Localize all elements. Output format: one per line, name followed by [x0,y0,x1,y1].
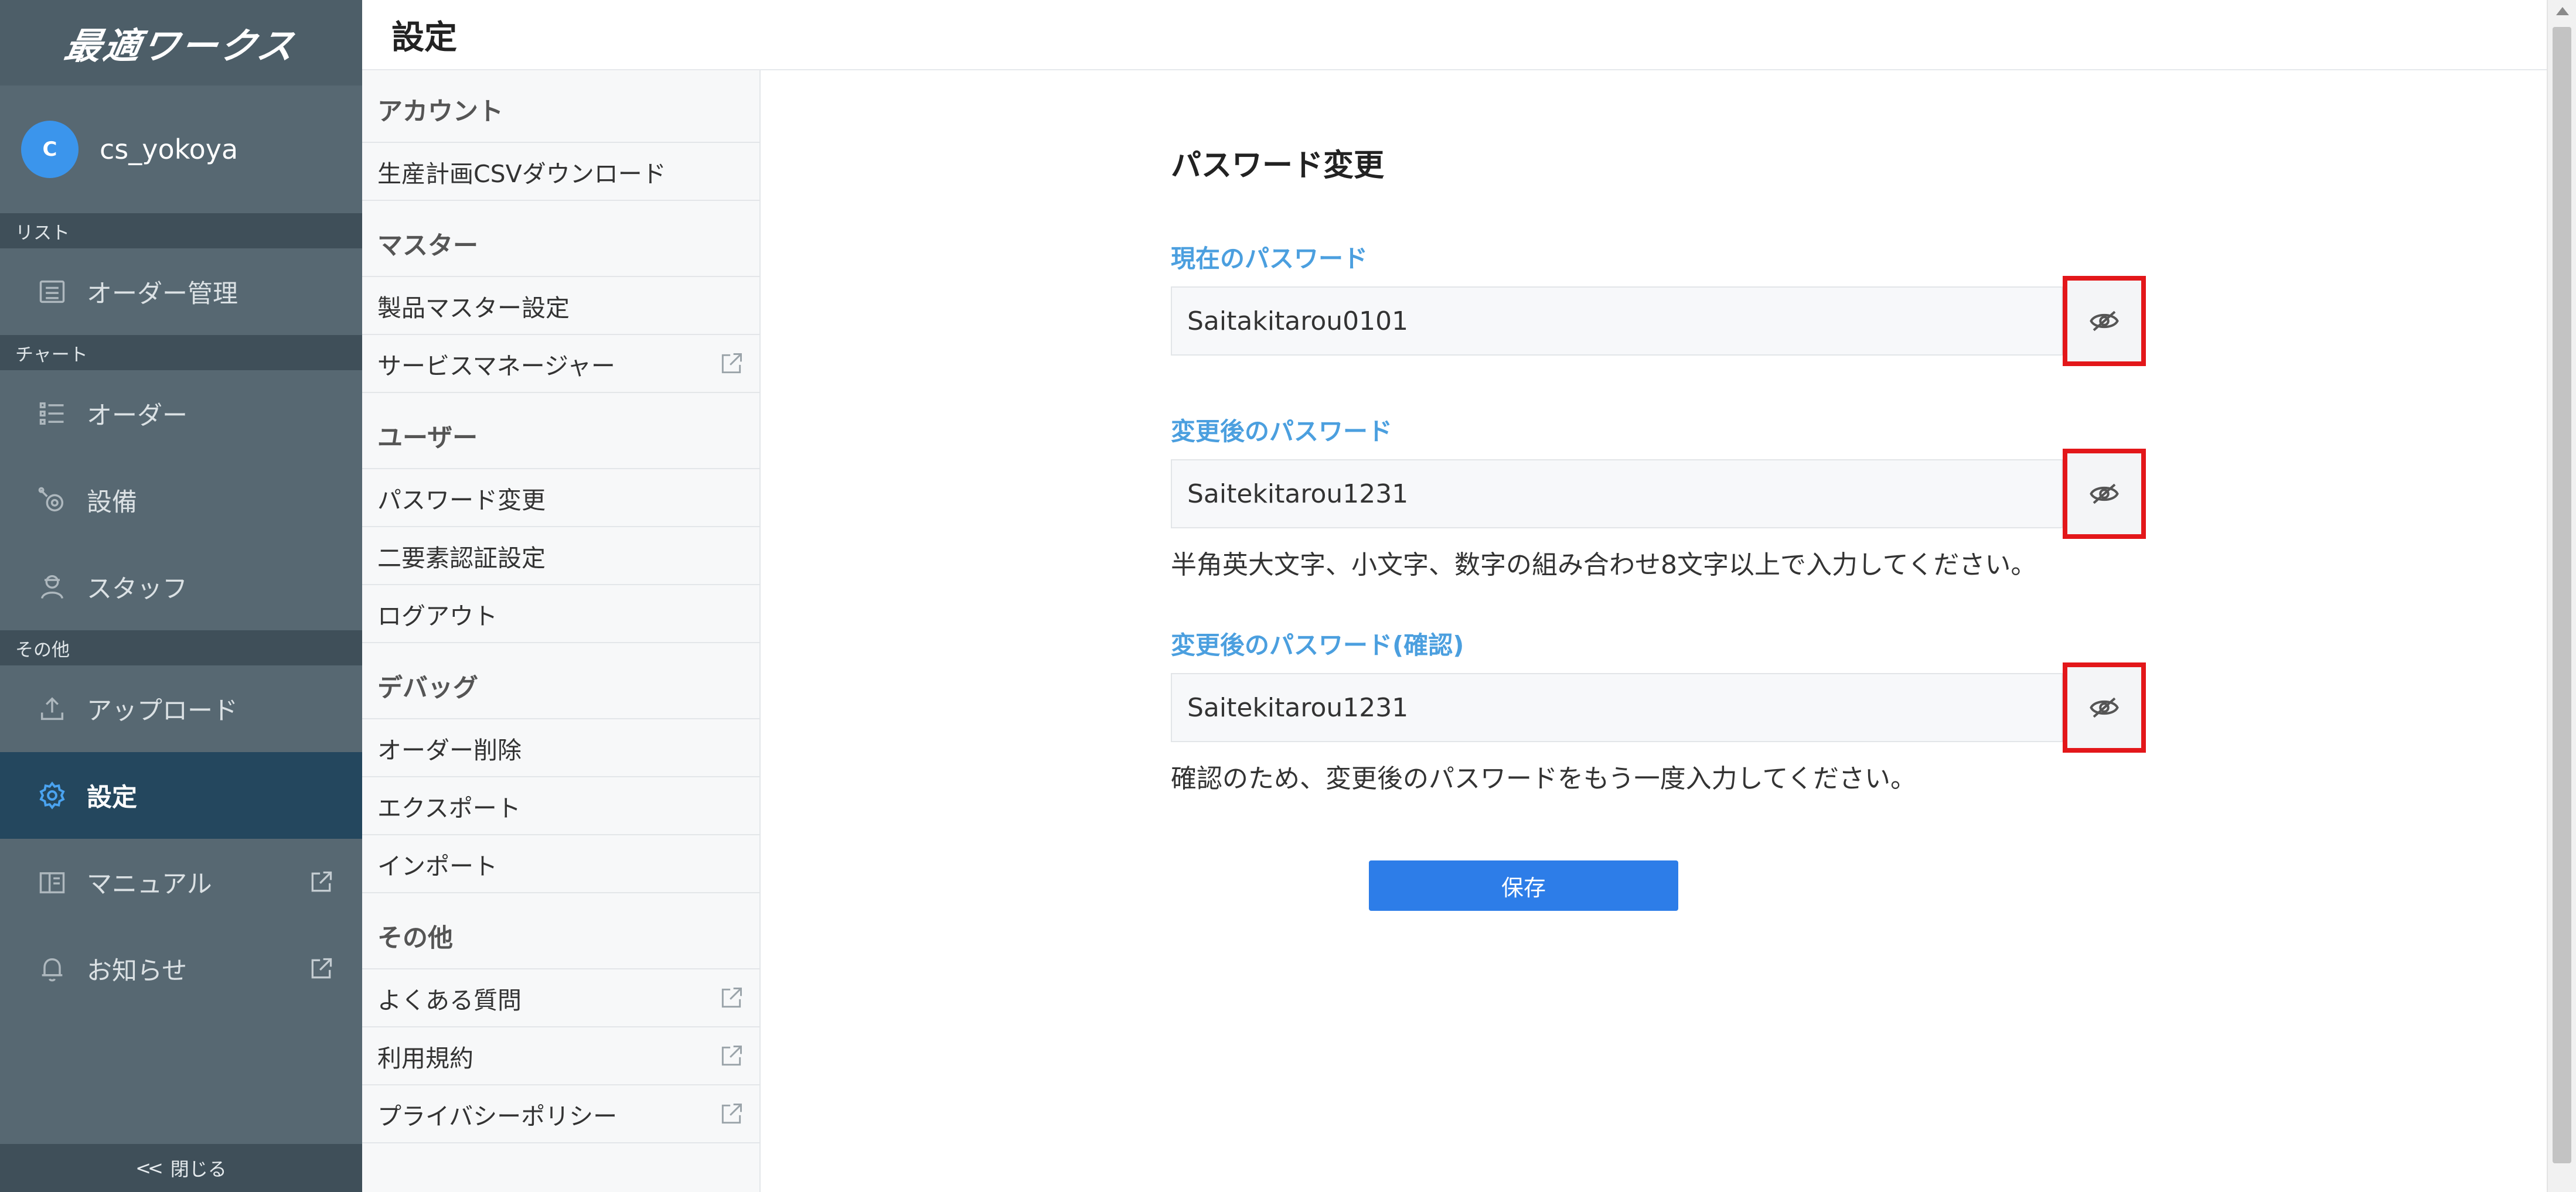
password-change-form: パスワード変更 現在のパスワード 変更後のパスワード 半角英大文字、小文字、数字… [1171,141,2146,911]
section-header-other: その他 [0,630,362,665]
current-password-row [1171,276,2146,366]
sidebar-item-settings[interactable]: 設定 [0,752,362,839]
app-logo[interactable]: 最適ワークス [61,16,301,69]
sidebar-item-notifications[interactable]: お知らせ [0,925,362,1012]
submenu-item-export[interactable]: エクスポート [362,777,759,835]
toggle-visibility-button[interactable] [2063,449,2146,539]
submenu-heading-user: ユーザー [362,393,759,469]
submenu-item-label: 利用規約 [377,1044,473,1073]
save-button[interactable]: 保存 [1369,860,1678,911]
submenu-item-privacy[interactable]: プライバシーポリシー [362,1085,759,1143]
sidebar-item-label: アップロード [87,696,238,726]
current-password-label: 現在のパスワード [1171,244,1368,273]
eye-slash-icon [2090,310,2119,332]
submenu-item-import[interactable]: インポート [362,835,759,893]
submenu-item-service-manager[interactable]: サービスマネージャー [362,335,759,393]
vertical-scrollbar[interactable] [2547,0,2576,1192]
list-icon [35,275,69,309]
bell-icon [35,952,69,986]
submenu-heading-master: マスター [362,201,759,277]
toggle-visibility-button[interactable] [2063,662,2146,753]
eye-slash-icon [2090,483,2119,504]
new-password-hint: 半角英大文字、小文字、数字の組み合わせ8文字以上で入力してください。 [1171,550,2037,580]
collapse-label: 閉じる [170,1158,227,1180]
collapse-sidebar-button[interactable]: << 閉じる [0,1144,362,1192]
sidebar-item-label: 設定 [87,783,137,812]
new-password-row [1171,449,2146,539]
confirm-password-input[interactable] [1171,673,2063,742]
scrollbar-thumb[interactable] [2553,27,2571,1163]
scroll-up-arrow-icon[interactable] [2556,7,2569,15]
submenu-heading-other: その他 [362,893,759,969]
bullet-list-icon [35,397,69,431]
external-link-icon [721,353,742,373]
confirm-password-label: 変更後のパスワード(確認) [1171,631,1464,660]
submenu-heading-debug: デバッグ [362,643,759,719]
submenu-heading-account: アカウント [362,70,759,143]
submenu-item-csv-download[interactable]: 生産計画CSVダウンロード [362,143,759,201]
toggle-visibility-button[interactable] [2063,276,2146,366]
sidebar-item-order-management[interactable]: オーダー管理 [0,248,362,335]
submenu-item-faq[interactable]: よくある質問 [362,969,759,1027]
current-password-input[interactable] [1171,286,2063,356]
submenu-item-password-change[interactable]: パスワード変更 [362,469,759,527]
page-header: 設定 [362,0,2547,70]
staff-person-icon [35,570,69,604]
machine-gear-icon [35,483,69,517]
section-header-list: リスト [0,213,362,248]
sidebar-item-label: オーダー管理 [87,279,238,309]
sidebar-item-label: マニュアル [87,870,212,899]
sidebar-item-label: オーダー [87,401,188,431]
new-password-input[interactable] [1171,459,2063,528]
form-title: パスワード変更 [1171,148,1385,183]
logo-bar: 最適ワークス [0,0,362,86]
settings-submenu: アカウント 生産計画CSVダウンロード マスター 製品マスター設定 サービスマネ… [362,70,761,1192]
page-title: 設定 [391,18,457,57]
submenu-item-label: プライバシーポリシー [377,1102,618,1130]
sidebar-item-manual[interactable]: マニュアル [0,839,362,925]
gear-icon [35,778,69,812]
submenu-item-logout[interactable]: ログアウト [362,585,759,643]
external-link-icon [311,958,332,979]
external-link-icon [721,987,742,1007]
double-chevron-left-icon: << [135,1157,163,1179]
submenu-item-product-master[interactable]: 製品マスター設定 [362,277,759,335]
sidebar-item-label: お知らせ [87,957,188,986]
submenu-item-two-factor[interactable]: 二要素認証設定 [362,527,759,585]
submenu-item-delete-orders[interactable]: オーダー削除 [362,719,759,777]
sidebar-item-order[interactable]: オーダー [0,370,362,457]
sidebar-item-label: スタッフ [87,575,188,604]
username: cs_yokoya [100,134,238,165]
book-icon [35,865,69,899]
confirm-password-hint: 確認のため、変更後のパスワードをもう一度入力してください。 [1171,764,1917,794]
submenu-item-label: よくある質問 [377,986,522,1015]
sidebar: 最適ワークス C cs_yokoya リスト オーダー管理 チャート オーダー … [0,0,362,1192]
sidebar-item-equipment[interactable]: 設備 [0,457,362,544]
sidebar-item-label: 設備 [87,488,137,517]
external-link-icon [721,1103,742,1123]
submenu-item-terms[interactable]: 利用規約 [362,1027,759,1085]
sidebar-item-staff[interactable]: スタッフ [0,544,362,630]
external-link-icon [311,871,332,892]
new-password-label: 変更後のパスワード [1171,417,1393,446]
eye-slash-icon [2090,697,2119,718]
upload-icon [35,692,69,726]
submenu-item-label: サービスマネージャー [377,351,615,380]
external-link-icon [721,1045,742,1065]
sidebar-item-upload[interactable]: アップロード [0,665,362,752]
confirm-password-row [1171,662,2146,753]
user-profile[interactable]: C cs_yokoya [0,86,362,213]
section-header-chart: チャート [0,335,362,370]
avatar: C [21,121,79,178]
